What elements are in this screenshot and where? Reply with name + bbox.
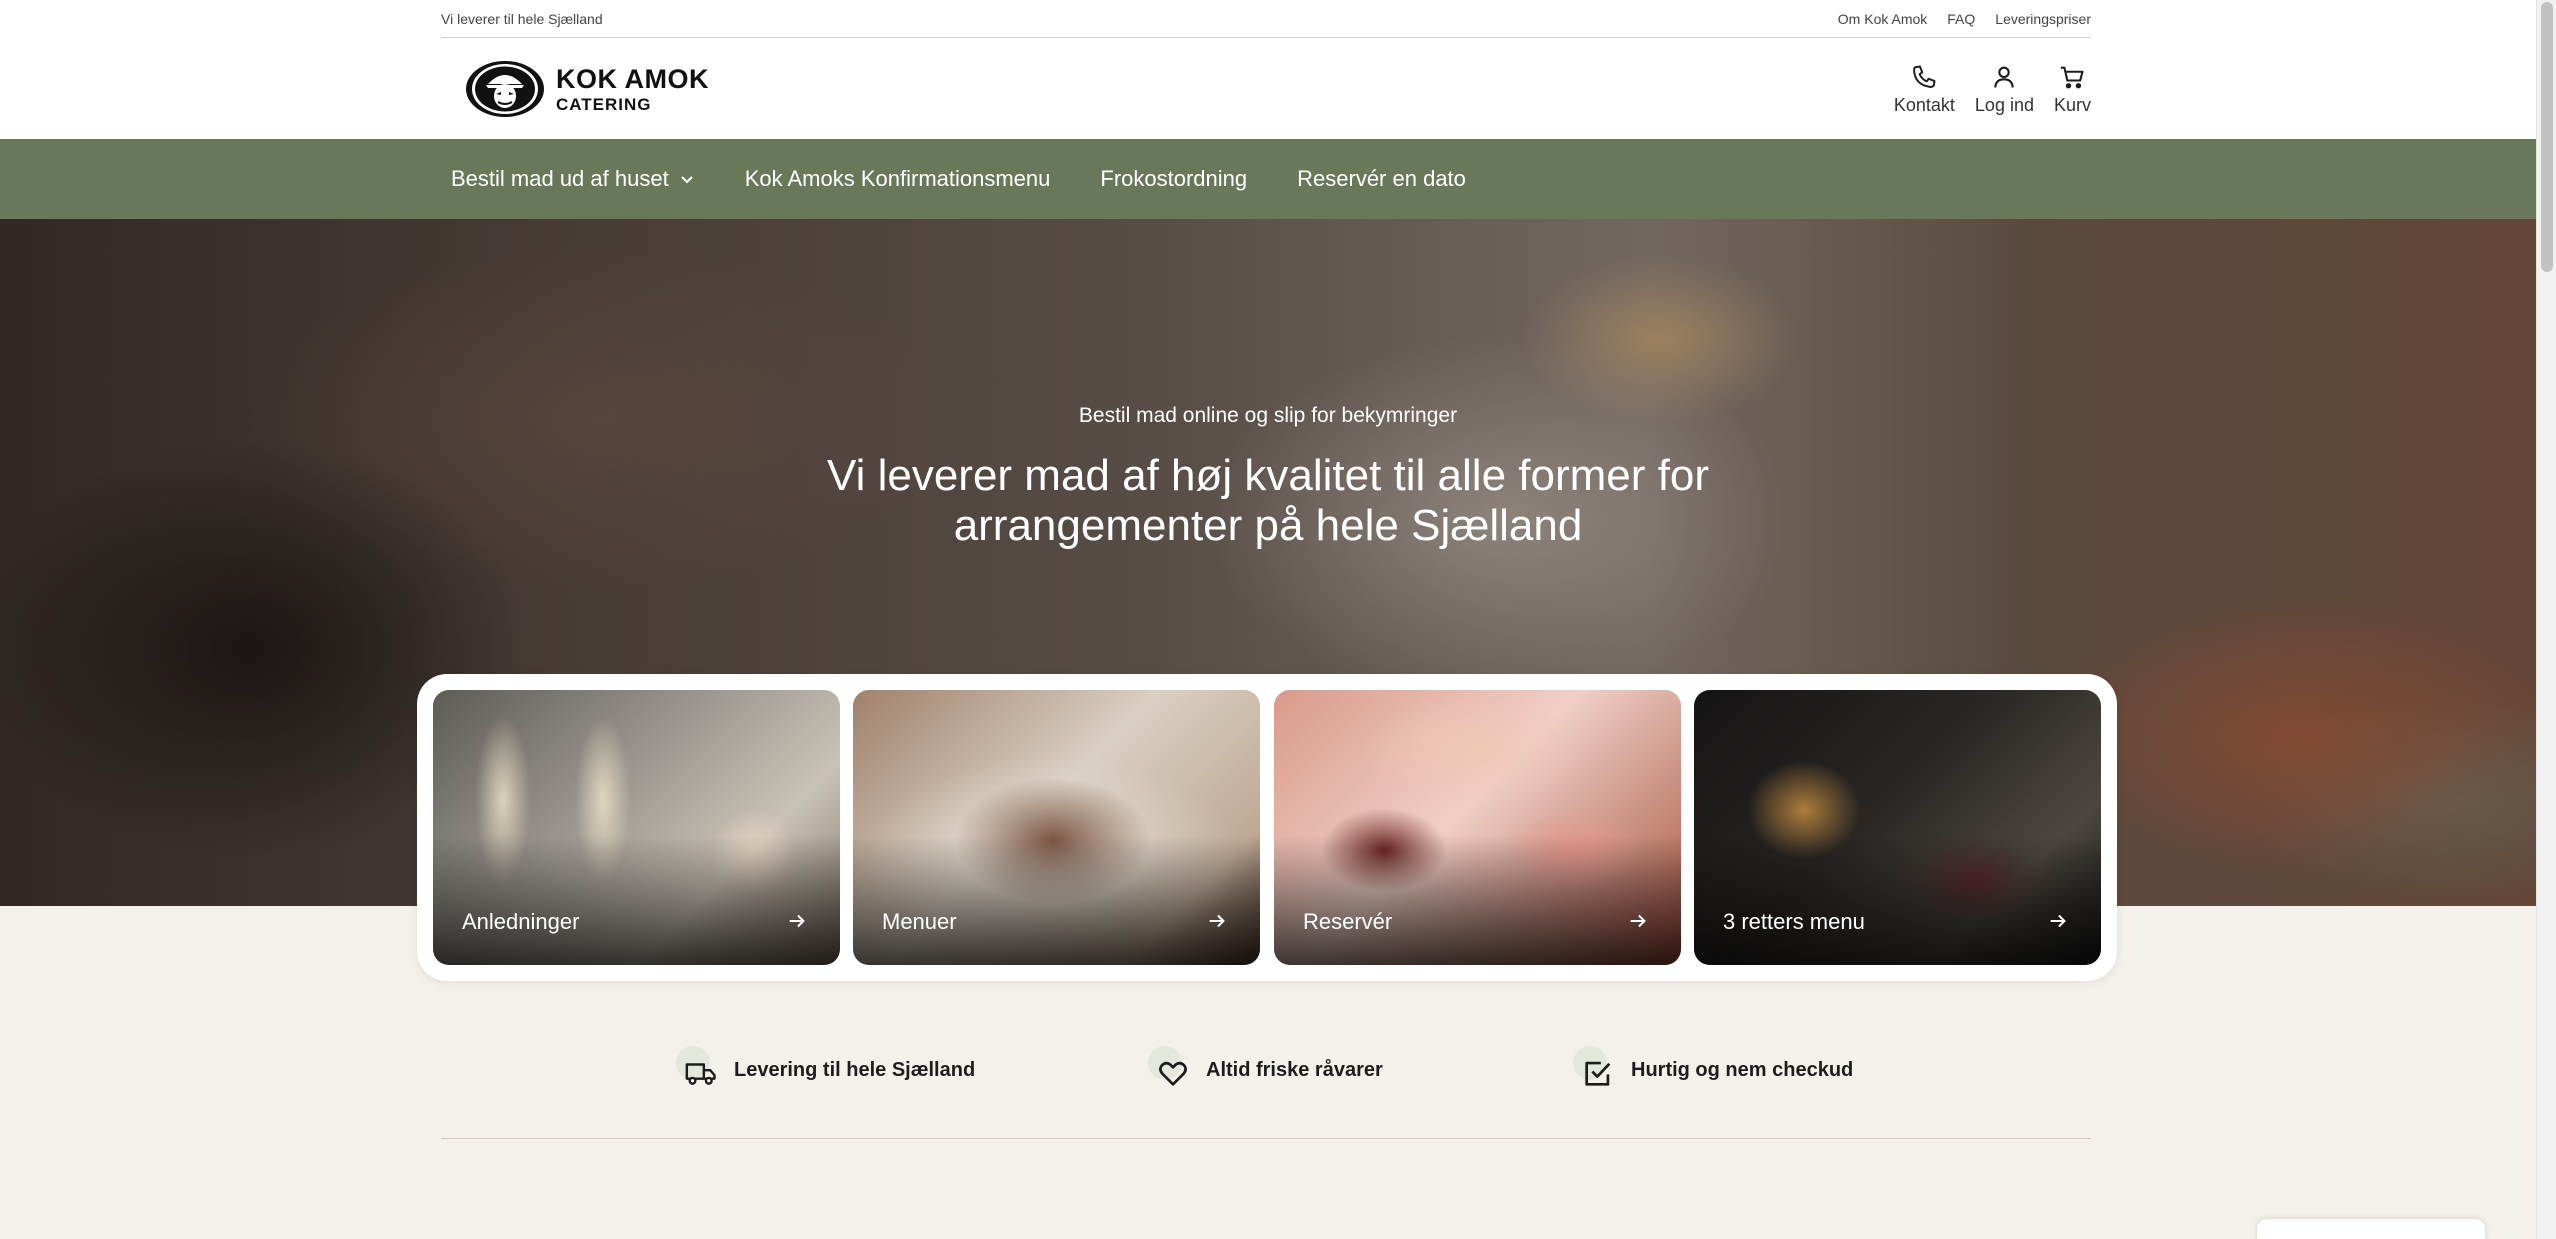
main-nav-inner: Bestil mad ud af huset Kok Amoks Konfirm… [451, 139, 1466, 219]
arrow-right-icon [2050, 914, 2066, 928]
truck-icon [676, 1046, 720, 1090]
cart-button[interactable]: Kurv [2054, 63, 2091, 116]
user-icon [1994, 66, 2015, 88]
feature-checkout: Hurtig og nem checkud [1573, 1046, 1854, 1090]
card-three-course-menu[interactable]: 3 retters menu [1694, 690, 2101, 965]
chevron-down-icon [680, 176, 693, 184]
nav-item-confirmation-menu[interactable]: Kok Amoks Konfirmationsmenu [745, 166, 1051, 192]
nav-item-label: Frokostordning [1100, 166, 1248, 191]
card-occasions[interactable]: Anledninger [433, 690, 840, 965]
login-label: Log ind [1974, 95, 2034, 115]
contact-button[interactable]: Kontakt [1894, 63, 1955, 116]
phone-icon [1913, 65, 1936, 88]
card-reserve[interactable]: Reservér [1274, 690, 1681, 965]
contact-label: Kontakt [1893, 95, 1955, 115]
hero-subtitle: Bestil mad online og slip for bekymringe… [1078, 404, 1458, 427]
section-divider [441, 1138, 2091, 1139]
logo-wordmark: KOK AMOK CATERING [556, 63, 709, 114]
chat-widget[interactable] [2257, 1219, 2485, 1239]
checkbox-icon [1573, 1046, 1617, 1090]
hero-title: Vi leverer mad af høj kvalitet til alle … [827, 451, 1709, 550]
cart-icon [2061, 66, 2085, 89]
link-faq[interactable]: FAQ [1947, 11, 1975, 27]
login-button[interactable]: Log ind [1975, 63, 2034, 116]
scrollbar-thumb[interactable] [2541, 2, 2553, 272]
cart-label: Kurv [2053, 95, 2091, 115]
logo-subname: CATERING [556, 94, 652, 114]
nav-item-reserve-date[interactable]: Reservér en dato [1297, 166, 1466, 192]
page: Vi leverer til hele Sjælland Om Kok Amok… [0, 0, 2536, 1239]
feature-list: Levering til hele Sjælland Altid friske … [0, 1046, 2536, 1100]
feature-fresh: Altid friske råvarer [1148, 1046, 1383, 1090]
page-scrollbar[interactable] [2536, 0, 2556, 1239]
chef-logo-icon [466, 61, 544, 117]
feature-delivery: Levering til hele Sjælland [676, 1046, 976, 1090]
heart-icon [1148, 1046, 1192, 1090]
link-about[interactable]: Om Kok Amok [1838, 11, 1927, 27]
header-actions: Kontakt Log ind Kurv [1894, 63, 2091, 116]
arrow-right-icon [1209, 914, 1225, 928]
arrow-right-icon [1630, 914, 1646, 928]
feature-label: Altid friske råvarer [1206, 1058, 1383, 1081]
site-header: KOK AMOK CATERING Kontakt Log ind Kurv [0, 39, 2536, 139]
nav-item-label: Kok Amoks Konfirmationsmenu [744, 166, 1051, 191]
delivery-tagline: Vi leverer til hele Sjælland [441, 10, 603, 27]
feature-label: Hurtig og nem checkud [1631, 1058, 1854, 1081]
nav-item-lunch-scheme[interactable]: Frokostordning [1100, 166, 1247, 192]
utility-links: Om Kok Amok FAQ Leveringspriser [1838, 11, 2091, 27]
category-cards: Anledninger Menuer Reservér 3 retters me… [417, 674, 2117, 981]
utility-bar: Vi leverer til hele Sjælland Om Kok Amok… [0, 0, 2536, 39]
card-label: Anledninger [462, 909, 580, 934]
main-nav: Bestil mad ud af huset Kok Amoks Konfirm… [0, 139, 2536, 219]
utility-bar-inner: Vi leverer til hele Sjælland Om Kok Amok… [441, 0, 2091, 38]
nav-item-label: Reservér en dato [1297, 166, 1466, 191]
link-delivery-prices[interactable]: Leveringspriser [1995, 11, 2091, 27]
logo[interactable]: KOK AMOK CATERING [466, 61, 709, 117]
card-label: Reservér [1303, 909, 1393, 934]
logo-name: KOK AMOK [556, 63, 709, 94]
arrow-right-icon [789, 914, 805, 928]
feature-label: Levering til hele Sjælland [734, 1058, 976, 1081]
card-label: 3 retters menu [1723, 909, 1865, 934]
nav-item-label: Bestil mad ud af huset [451, 166, 669, 191]
card-menus[interactable]: Menuer [853, 690, 1260, 965]
card-label: Menuer [882, 909, 957, 934]
nav-item-order-food[interactable]: Bestil mad ud af huset [451, 166, 695, 192]
